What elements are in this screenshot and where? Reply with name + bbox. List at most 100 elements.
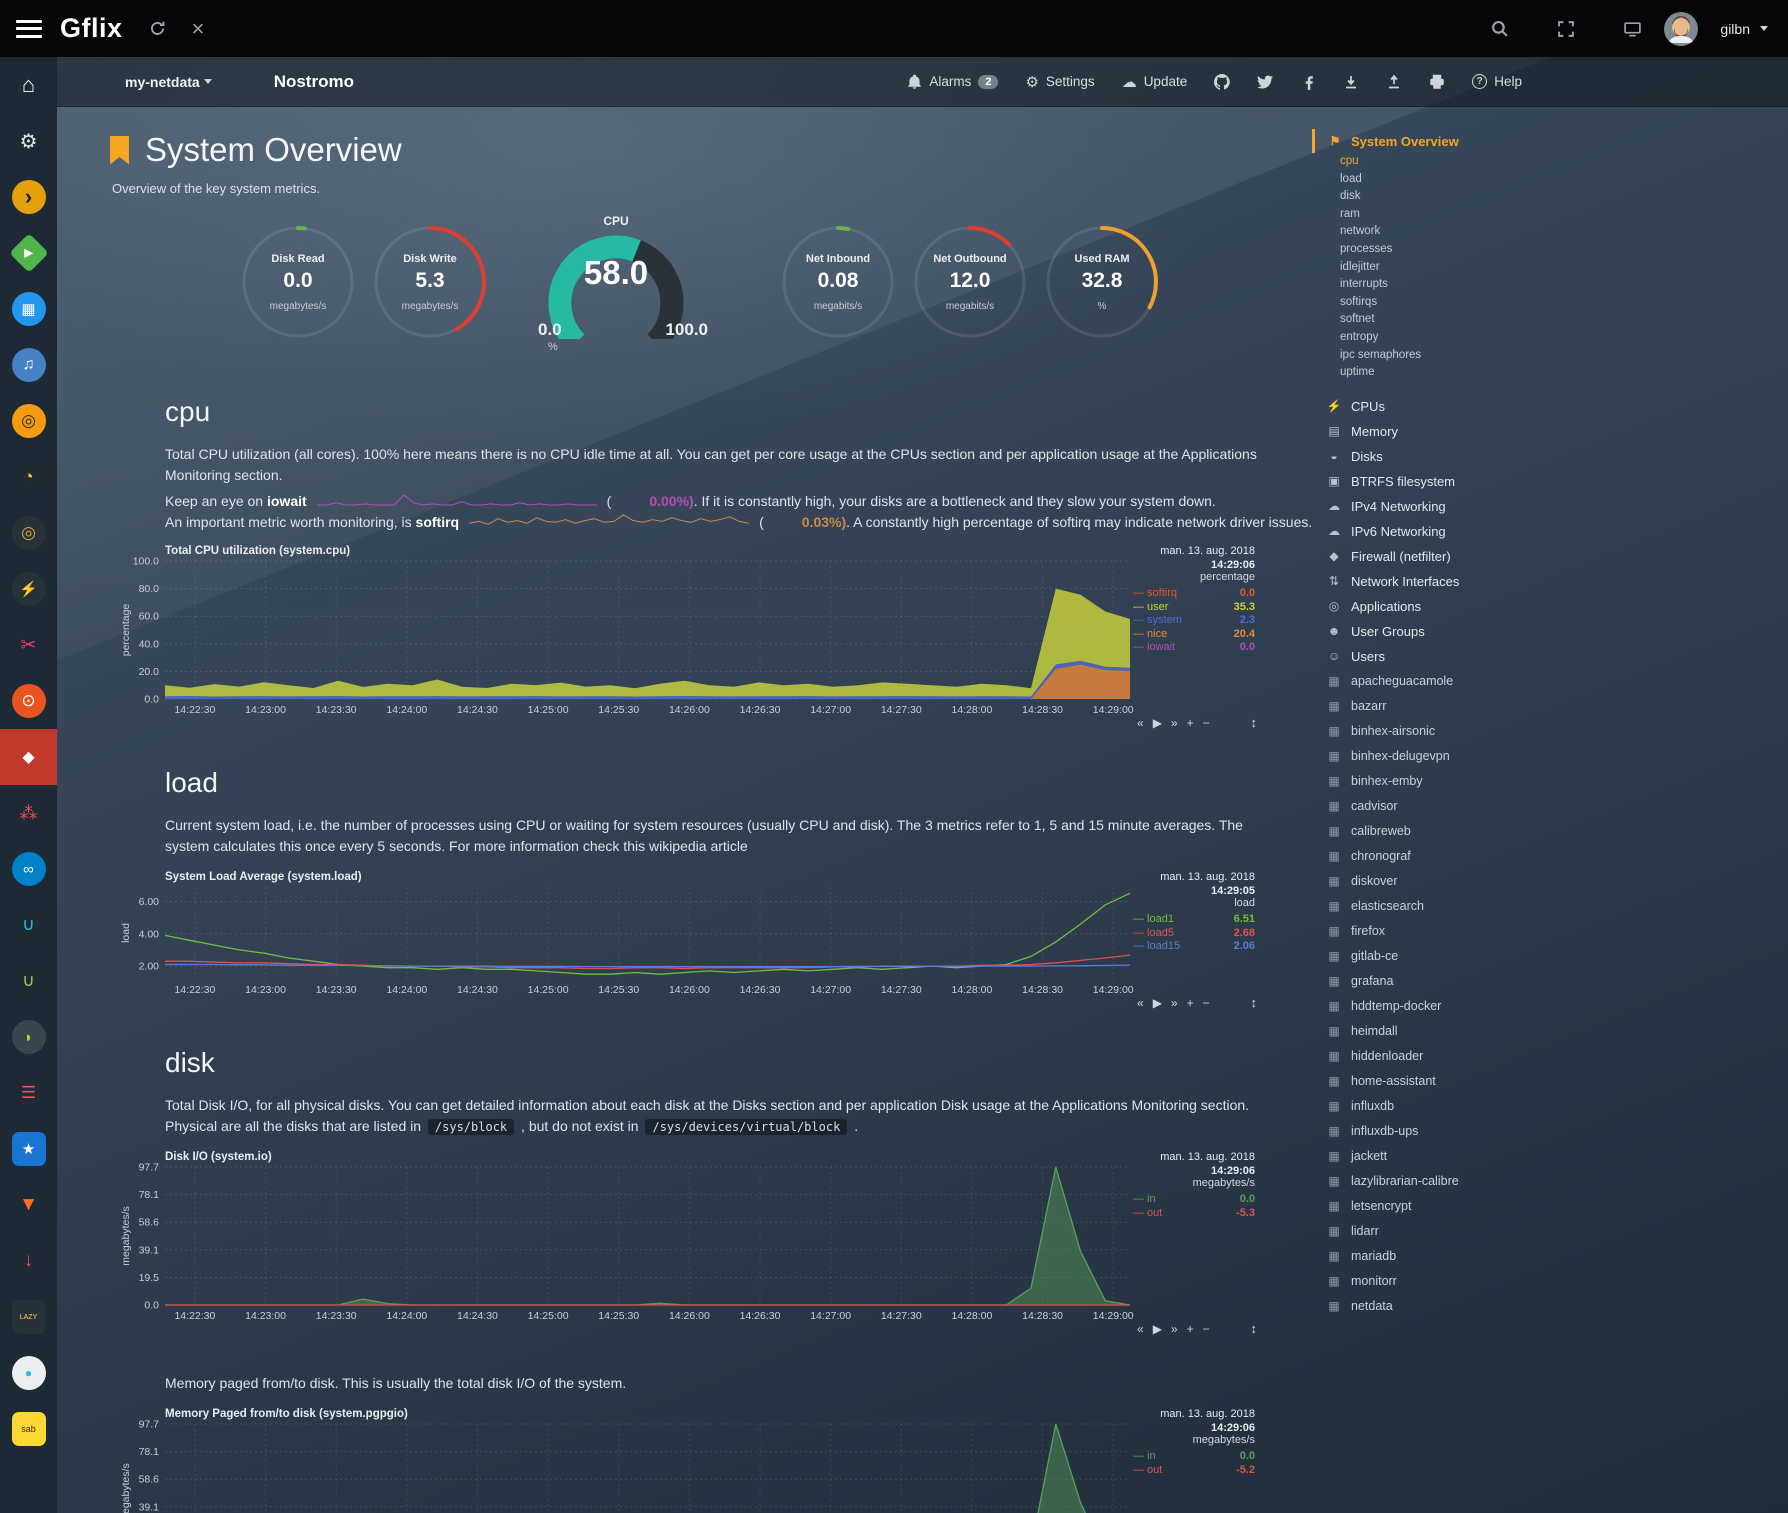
search-icon[interactable]	[1491, 20, 1509, 38]
zoom_out-button[interactable]: −	[1203, 1322, 1210, 1336]
menu-section-firewall-netfilter-[interactable]: ◆Firewall (netfilter)	[1312, 544, 1572, 569]
sidebar-app-gitlab[interactable]: ▼	[0, 1177, 57, 1233]
menu-app-hddtemp-docker[interactable]: ▦hddtemp-docker	[1312, 994, 1572, 1019]
facebook-icon[interactable]	[1300, 74, 1316, 90]
menu-app-monitorr[interactable]: ▦monitorr	[1312, 1269, 1572, 1294]
menu-sub-disk[interactable]: disk	[1312, 188, 1572, 206]
hostname[interactable]: Nostromo	[274, 72, 354, 92]
gauge-net-outbound[interactable]: Net Outbound12.0megabits/s	[912, 214, 1028, 356]
chart-resize-handle[interactable]: ↕	[1251, 995, 1258, 1010]
rewind-button[interactable]: «	[1137, 716, 1144, 730]
legend-row-softirq[interactable]: — softirq0.0	[1133, 587, 1255, 601]
sidebar-app-downloader[interactable]: ↓	[0, 1233, 57, 1289]
legend-row-system[interactable]: — system2.3	[1133, 614, 1255, 628]
menu-app-elasticsearch[interactable]: ▦elasticsearch	[1312, 894, 1572, 919]
settings-button[interactable]: ⚙ Settings	[1025, 73, 1094, 91]
legend-row-out[interactable]: — out-5.3	[1133, 1207, 1255, 1221]
update-button[interactable]: ☁ Update	[1122, 73, 1188, 91]
sidebar-app-drop[interactable]: ●	[0, 1345, 57, 1401]
menu-section-network-interfaces[interactable]: ⇅Network Interfaces	[1312, 569, 1572, 594]
chart-resize-handle[interactable]: ↕	[1251, 1321, 1258, 1336]
menu-sub-idlejitter[interactable]: idlejitter	[1312, 259, 1572, 277]
chart-resize-handle[interactable]: ↕	[1251, 715, 1258, 730]
export-icon[interactable]	[1386, 74, 1402, 90]
menu-app-cadvisor[interactable]: ▦cadvisor	[1312, 794, 1572, 819]
menu-sub-entropy[interactable]: entropy	[1312, 329, 1572, 347]
close-icon[interactable]: ×	[192, 18, 205, 40]
menu-app-lidarr[interactable]: ▦lidarr	[1312, 1219, 1572, 1244]
menu-sub-processes[interactable]: processes	[1312, 241, 1572, 259]
menu-app-calibreweb[interactable]: ▦calibreweb	[1312, 819, 1572, 844]
chart-toolbox[interactable]: «▶»+−	[1137, 996, 1219, 1010]
zoom_out-button[interactable]: −	[1203, 716, 1210, 730]
menu-item-system-overview[interactable]: ⚑System Overview	[1312, 129, 1572, 153]
menu-sub-interrupts[interactable]: interrupts	[1312, 276, 1572, 294]
menu-app-hiddenloader[interactable]: ▦hiddenloader	[1312, 1044, 1572, 1069]
menu-sub-network[interactable]: network	[1312, 223, 1572, 241]
menu-app-gitlab-ce[interactable]: ▦gitlab-ce	[1312, 944, 1572, 969]
menu-section-memory[interactable]: ▤Memory	[1312, 419, 1572, 444]
menu-app-binhex-delugevpn[interactable]: ▦binhex-delugevpn	[1312, 744, 1572, 769]
sidebar-app-u-teal[interactable]: ∪	[0, 897, 57, 953]
app-title[interactable]: Gflix	[60, 13, 123, 44]
menu-app-jackett[interactable]: ▦jackett	[1312, 1144, 1572, 1169]
sidebar-app-settings[interactable]: ⚙	[0, 113, 57, 169]
tv-icon[interactable]	[1623, 20, 1642, 38]
play-button[interactable]: ▶	[1153, 716, 1162, 730]
legend-row-out[interactable]: — out-5.2	[1133, 1464, 1255, 1478]
menu-app-lazylibrarian-calibre[interactable]: ▦lazylibrarian-calibre	[1312, 1169, 1572, 1194]
sidebar-app-jackett[interactable]: ◎	[0, 393, 57, 449]
menu-app-mariadb[interactable]: ▦mariadb	[1312, 1244, 1572, 1269]
print-icon[interactable]	[1429, 74, 1445, 90]
gauge-disk-read[interactable]: Disk Read0.0megabytes/s	[240, 214, 356, 356]
alarms-button[interactable]: Alarms 2	[907, 74, 998, 90]
forward-button[interactable]: »	[1171, 716, 1178, 730]
fullscreen-icon[interactable]	[1557, 20, 1575, 38]
chart-toolbox[interactable]: « ▶ » +−	[1137, 716, 1219, 730]
disk-io-chart[interactable]: Disk I/O (system.io)man. 13. aug. 201814…	[165, 1167, 1257, 1329]
sidebar-app-netdata[interactable]: ◆	[0, 729, 57, 785]
menu-app-firefox[interactable]: ▦firefox	[1312, 919, 1572, 944]
sidebar-app-duplicati[interactable]: ◗	[0, 1009, 57, 1065]
sidebar-app-heimdall[interactable]: ★	[0, 1121, 57, 1177]
sidebar-app-electric[interactable]: ⚡	[0, 561, 57, 617]
sidebar-app-tautulli[interactable]: ◎	[0, 505, 57, 561]
sidebar-app-nextcloud[interactable]: ∞	[0, 841, 57, 897]
chart-toolbox[interactable]: «▶»+−	[1137, 1322, 1219, 1336]
sidebar-app-scissors[interactable]: ✂	[0, 617, 57, 673]
menu-app-heimdall[interactable]: ▦heimdall	[1312, 1019, 1572, 1044]
legend-row-in[interactable]: — in0.0	[1133, 1193, 1255, 1207]
sidebar-app-radarr[interactable]: ◔	[0, 449, 57, 505]
sidebar-app-ubuntu[interactable]: ⊙	[0, 673, 57, 729]
menu-app-apacheguacamole[interactable]: ▦apacheguacamole	[1312, 669, 1572, 694]
menu-sub-uptime[interactable]: uptime	[1312, 364, 1572, 382]
zoom_in-button[interactable]: +	[1187, 996, 1194, 1010]
menu-app-diskover[interactable]: ▦diskover	[1312, 869, 1572, 894]
menu-sub-load[interactable]: load	[1312, 171, 1572, 189]
menu-section-user-groups[interactable]: ☻User Groups	[1312, 619, 1572, 644]
legend-row-nice[interactable]: — nice20.4	[1133, 628, 1255, 642]
zoom_in-button[interactable]: +	[1187, 716, 1194, 730]
menu-sub-ipc-semaphores[interactable]: ipc semaphores	[1312, 347, 1572, 365]
sidebar-app-bars[interactable]: ☰	[0, 1065, 57, 1121]
legend-row-load1[interactable]: — load16.51	[1133, 913, 1255, 927]
load-chart[interactable]: System Load Average (system.load)man. 13…	[165, 887, 1257, 1003]
refresh-icon[interactable]	[149, 20, 166, 37]
menu-section-applications[interactable]: ◎Applications	[1312, 594, 1572, 619]
menu-app-bazarr[interactable]: ▦bazarr	[1312, 694, 1572, 719]
sidebar-app-portainer[interactable]: ▦	[0, 281, 57, 337]
sidebar-app-emby[interactable]: ▶	[0, 225, 57, 281]
legend-row-user[interactable]: — user35.3	[1133, 601, 1255, 615]
legend-row-load5[interactable]: — load52.68	[1133, 927, 1255, 941]
sidebar-app-lazylibrarian[interactable]: LAZY	[0, 1289, 57, 1345]
server-dropdown[interactable]: my-netdata	[125, 74, 212, 90]
sidebar-app-plex[interactable]: ›	[0, 169, 57, 225]
menu-sub-ram[interactable]: ram	[1312, 206, 1572, 224]
menu-sub-softirqs[interactable]: softirqs	[1312, 294, 1572, 312]
sidebar-app-sabnzbd[interactable]: sab	[0, 1401, 57, 1457]
menu-section-cpus[interactable]: ⚡CPUs	[1312, 394, 1572, 419]
legend-row-in[interactable]: — in0.0	[1133, 1450, 1255, 1464]
menu-section-disks[interactable]: ◒Disks	[1312, 444, 1572, 469]
menu-app-netdata[interactable]: ▦netdata	[1312, 1294, 1572, 1319]
menu-app-chronograf[interactable]: ▦chronograf	[1312, 844, 1572, 869]
